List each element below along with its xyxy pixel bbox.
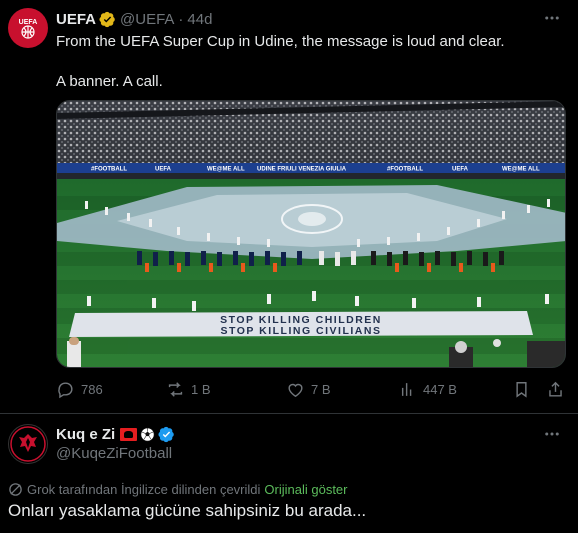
tweet-actions: 786 1 B 7 B 447 B xyxy=(56,380,568,402)
board-text: UEFA xyxy=(155,167,172,173)
stadium-photo: #FOOTBALL UEFA WE@ME ALL UDINE FRIULI VE… xyxy=(57,101,565,367)
share-button[interactable] xyxy=(546,380,571,399)
repost-button[interactable]: 1 B xyxy=(166,380,211,399)
reply-count: 786 xyxy=(81,382,103,397)
board-text: UEFA xyxy=(452,167,469,173)
football-icon xyxy=(140,427,155,442)
uefa-logo-icon: UEFA xyxy=(12,12,44,44)
kuqezi-avatar[interactable] xyxy=(8,424,48,464)
banner-line2: STOP KILLING CIVILIANS xyxy=(221,325,382,337)
timestamp[interactable]: 44d xyxy=(187,11,212,28)
reply-icon xyxy=(58,382,73,399)
board-text: #FOOTBALL xyxy=(387,167,423,173)
reply-button[interactable]: 786 xyxy=(56,380,103,399)
reply-handle[interactable]: @KuqeZiFootball xyxy=(56,445,172,462)
show-original-link[interactable]: Orijinali göster xyxy=(264,482,347,497)
bookmark-button[interactable] xyxy=(512,380,537,399)
board-text: UDINE FRIULI VENEZIA GIULIA xyxy=(257,167,347,173)
albania-flag-icon xyxy=(120,427,138,441)
repost-icon xyxy=(168,382,183,397)
separator-dot: · xyxy=(178,10,184,28)
reply-text: Onları yasaklama gücüne sahipsiniz bu ar… xyxy=(8,501,367,520)
views-icon xyxy=(401,383,412,396)
translation-label: Grok tarafından İngilizce dilinden çevri… xyxy=(27,482,261,497)
translation-note: Grok tarafından İngilizce dilinden çevri… xyxy=(8,482,348,497)
reply-header: Kuq e Zi xyxy=(56,424,175,444)
reply-display-name[interactable]: Kuq e Zi xyxy=(56,426,115,443)
reply-more-icon[interactable] xyxy=(542,424,562,444)
kuqezi-logo-icon xyxy=(10,426,46,462)
svg-text:UEFA: UEFA xyxy=(19,19,38,26)
like-icon xyxy=(288,383,303,398)
protest-banner: STOP KILLING CHILDREN STOP KILLING CIVIL… xyxy=(69,311,533,337)
tweet-text-line1: From the UEFA Super Cup in Udine, the me… xyxy=(56,33,505,50)
views-count: 447 B xyxy=(423,382,457,397)
views-button[interactable]: 447 B xyxy=(398,380,457,399)
grok-translate-icon xyxy=(9,483,22,496)
tweet-text-line2: A banner. A call. xyxy=(56,73,163,90)
board-text: WE@ME ALL xyxy=(502,167,540,173)
like-button[interactable]: 7 B xyxy=(286,380,331,399)
board-text: #FOOTBALL xyxy=(91,167,127,173)
gold-verified-badge-icon[interactable] xyxy=(99,11,116,28)
reply-tweet[interactable]: Kuq e Zi @KuqeZiFootball Grok tarafından… xyxy=(0,414,578,533)
repost-count: 1 B xyxy=(191,382,211,397)
display-name[interactable]: UEFA xyxy=(56,11,96,28)
share-icon xyxy=(549,381,562,397)
bookmark-icon xyxy=(516,382,527,398)
tweet-photo[interactable]: #FOOTBALL UEFA WE@ME ALL UDINE FRIULI VE… xyxy=(56,100,566,368)
like-count: 7 B xyxy=(311,382,331,397)
tweet-uefa[interactable]: UEFA UEFA @UEFA · 44d From the UEFA Supe… xyxy=(0,0,578,414)
blue-verified-badge-icon[interactable] xyxy=(158,426,175,443)
board-text: WE@ME ALL xyxy=(207,167,245,173)
handle[interactable]: @UEFA xyxy=(120,11,174,28)
more-icon[interactable] xyxy=(542,8,562,28)
uefa-avatar[interactable]: UEFA xyxy=(8,8,48,48)
tweet-header: UEFA @UEFA · 44d xyxy=(56,9,212,29)
